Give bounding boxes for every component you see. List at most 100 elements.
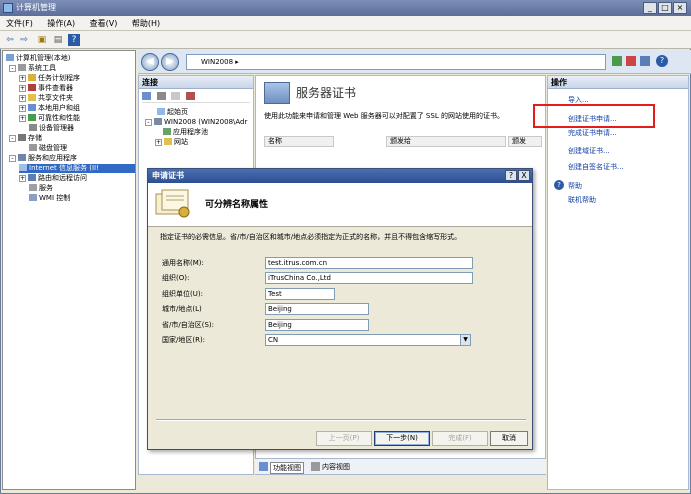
toolbar: ⇦ ⇨ ▣ ▤ ? [0,31,691,49]
home-icon[interactable] [640,56,650,66]
app-pool-icon [163,128,171,135]
finish-button[interactable]: 完成(F) [432,431,488,446]
tree-item-event-viewer[interactable]: + 事件查看器 [19,84,73,93]
close-button[interactable]: × [673,2,687,14]
expand-icon[interactable]: + [155,139,162,146]
action-help[interactable]: 帮助 [568,181,582,191]
sites-folder-icon [164,138,172,145]
routing-icon [28,174,36,181]
previous-button[interactable]: 上一页(P) [316,431,372,446]
help-icon[interactable]: ? [68,34,80,46]
dialog-close-button[interactable]: X [518,170,530,181]
collapse-icon[interactable]: - [9,135,16,142]
maximize-button[interactable]: □ [658,2,672,14]
up-folder-icon[interactable]: ▣ [36,34,48,46]
back-arrow-icon[interactable]: ⇦ [4,34,16,46]
start-page-icon [157,108,165,115]
menu-help[interactable]: 帮助(H) [126,16,166,29]
expand-icon[interactable]: + [19,95,26,102]
back-arrow-icon[interactable]: ◀ [141,53,159,71]
state-label: 省/市/自治区(S): [162,321,214,329]
column-header-issued-by[interactable]: 颁发 [508,136,542,147]
tree-item-task-scheduler[interactable]: + 任务计划程序 [19,74,80,83]
tree-item-device-manager[interactable]: 设备管理器 [29,124,74,133]
tree-item-shared-folders[interactable]: + 共享文件夹 [19,94,73,103]
folder-icon [28,94,36,101]
column-header-name[interactable]: 名称 [264,136,334,147]
content-view-icon[interactable] [311,462,320,471]
help-icon[interactable]: ? [656,55,668,67]
expand-icon[interactable]: + [19,105,26,112]
address-text: WIN2008 ▸ [201,58,239,66]
tree-item-reliability[interactable]: + 可靠性和性能 [19,114,80,123]
tree-root[interactable]: 计算机管理(本地) [6,54,70,63]
forward-arrow-icon[interactable]: ▶ [161,53,179,71]
users-icon [28,104,36,111]
conn-item-app-pools[interactable]: 应用程序池 [163,128,208,137]
tree-item-storage[interactable]: - 存储 [9,134,42,143]
next-button[interactable]: 下一步(N) [374,431,430,446]
tree-item-local-users[interactable]: + 本地用户和组 [19,104,80,113]
save-icon[interactable] [156,92,166,100]
dialog-help-button[interactable]: ? [505,170,517,181]
stop-icon[interactable] [626,56,636,66]
address-bar[interactable]: WIN2008 ▸ [186,54,606,70]
common-name-field[interactable]: test.itrus.com.cn [265,257,473,269]
services-apps-icon [18,154,26,161]
certificate-icon [264,82,290,104]
organizational-unit-field[interactable]: Test [265,288,335,300]
state-field[interactable]: Beijing [265,319,369,331]
tree-item-services-apps[interactable]: - 服务和应用程序 [9,154,77,163]
menu-bar: 文件(F) 操作(A) 查看(V) 帮助(H) [0,16,691,31]
expand-icon[interactable]: + [19,115,26,122]
tree-item-system-tools[interactable]: - 系统工具 [9,64,56,73]
expand-icon[interactable]: + [19,85,26,92]
collapse-icon[interactable]: - [9,155,16,162]
collapse-icon[interactable]: - [9,65,16,72]
organizational-unit-label: 组织单位(U): [162,290,203,298]
menu-view[interactable]: 查看(V) [84,16,124,29]
refresh-icon[interactable] [612,56,622,66]
dialog-titlebar: 申请证书 [148,169,532,183]
tree-item-disk-management[interactable]: 磁盘管理 [29,144,67,153]
chevron-down-icon[interactable]: ▼ [460,335,470,345]
organization-field[interactable]: iTrusChina Co.,Ltd [265,272,473,284]
action-create-self-signed-certificate[interactable]: 创建自签名证书... [568,162,624,172]
common-name-label: 通用名称(M): [162,259,204,267]
highlight-annotation [533,104,655,128]
conn-item-start-page[interactable]: 起始页 [157,108,188,117]
column-header-issued-to[interactable]: 颁发给 [386,136,506,147]
dialog-separator [156,419,526,421]
app-icon [3,3,13,13]
action-create-domain-certificate[interactable]: 创建域证书... [568,146,610,156]
country-select[interactable]: CN ▼ [265,334,471,346]
gear-icon [29,184,37,191]
wmi-icon [29,194,37,201]
conn-item-server[interactable]: - WIN2008 (WIN2008\Adr [145,118,247,127]
tree-item-wmi[interactable]: WMI 控制 [29,194,70,203]
city-field[interactable]: Beijing [265,303,369,315]
menu-action[interactable]: 操作(A) [41,16,81,29]
minimize-button[interactable]: _ [643,2,657,14]
conn-item-sites[interactable]: + 网站 [155,138,188,147]
expand-icon[interactable]: + [19,75,26,82]
cancel-button[interactable]: 取消 [490,431,528,446]
tree-item-routing[interactable]: + 路由和远程访问 [19,174,87,183]
show-hide-tree-icon[interactable]: ▤ [52,34,64,46]
content-view-tab[interactable]: 内容视图 [322,462,350,472]
tree-item-iis[interactable]: Internet 信息服务 (II! [19,164,135,173]
menu-file[interactable]: 文件(F) [0,16,39,29]
actions-title: 操作 [548,76,688,89]
tree-item-services[interactable]: 服务 [29,184,53,193]
features-view-tab[interactable]: 功能视图 [270,462,304,474]
connect-icon[interactable] [142,92,151,100]
expand-icon[interactable]: + [19,175,26,182]
delete-connection-icon[interactable] [185,92,195,100]
up-icon[interactable] [171,92,181,100]
collapse-icon[interactable]: - [145,119,152,126]
features-view-icon[interactable] [259,462,268,471]
action-online-help[interactable]: 联机帮助 [568,195,596,205]
action-complete-certificate-request[interactable]: 完成证书申请... [568,128,617,138]
forward-arrow-icon[interactable]: ⇨ [18,34,30,46]
window-title: 计算机管理 [16,3,56,12]
